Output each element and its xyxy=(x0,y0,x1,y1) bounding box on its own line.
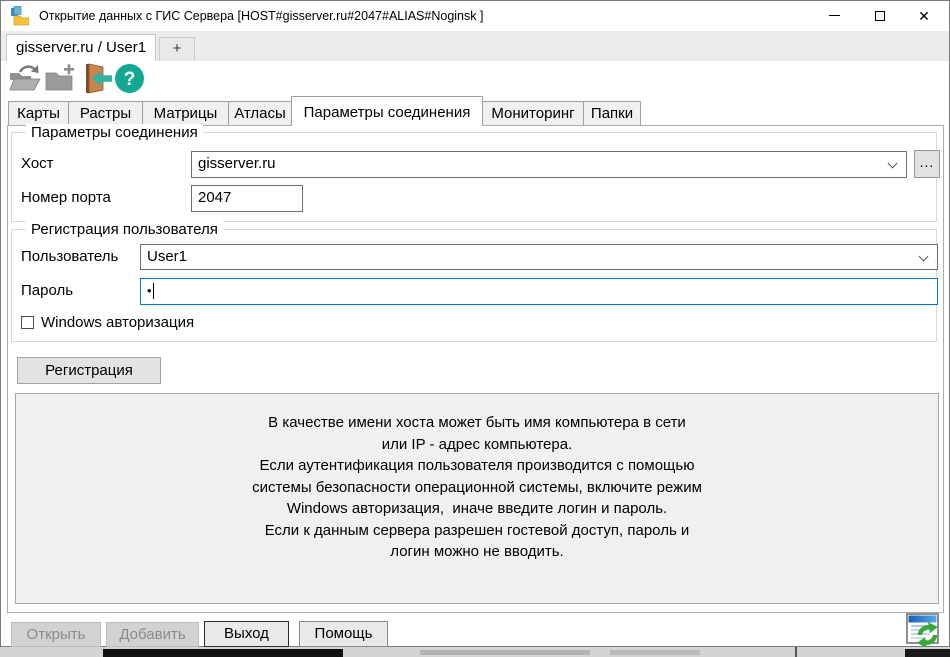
connection-panel: Параметры соединения Хост gisserver.ru .… xyxy=(7,125,944,613)
app-icon xyxy=(9,6,29,26)
background-block xyxy=(795,647,797,657)
refresh-tray-button[interactable] xyxy=(906,612,942,648)
info-line: или IP - адрес компьютера. xyxy=(16,434,938,456)
close-button[interactable]: ✕ xyxy=(901,1,947,30)
minimize-button[interactable] xyxy=(811,1,857,30)
browse-button[interactable]: ... xyxy=(914,150,940,178)
svg-text:?: ? xyxy=(124,69,136,90)
document-tab-bar: gisserver.ru / User1 + xyxy=(1,31,949,61)
register-button[interactable]: Регистрация xyxy=(17,357,161,384)
tab-connection-params[interactable]: Параметры соединения xyxy=(291,96,483,126)
info-line: системы безопасности операционной систем… xyxy=(16,477,938,499)
new-doc-tab-button[interactable]: + xyxy=(159,37,195,61)
registration-group-legend: Регистрация пользователя xyxy=(26,221,223,238)
maximize-button[interactable] xyxy=(857,1,903,30)
tab-matrices[interactable]: Матрицы xyxy=(142,101,229,125)
password-label: Пароль xyxy=(21,278,73,304)
window-refresh-icon xyxy=(906,612,942,648)
minimize-icon xyxy=(829,15,840,16)
port-input[interactable]: 2047 xyxy=(191,185,303,212)
host-combobox[interactable]: gisserver.ru xyxy=(191,151,907,178)
open-button[interactable] xyxy=(7,63,41,95)
exit-dialog-button[interactable]: Выход xyxy=(204,621,289,647)
tab-monitoring[interactable]: Мониторинг xyxy=(482,101,584,125)
toolbar: ? xyxy=(1,61,949,97)
help-icon: ? xyxy=(114,63,145,94)
info-line: Windows авторизация, иначе введите логин… xyxy=(16,498,938,520)
info-line: В качестве имени хоста может быть имя ко… xyxy=(16,412,938,434)
connection-group-legend: Параметры соединения xyxy=(26,124,203,141)
open-folder-icon xyxy=(7,63,41,94)
info-line: Если аутентификация пользователя произво… xyxy=(16,455,938,477)
info-panel: В качестве имени хоста может быть имя ко… xyxy=(15,393,939,604)
add-data-button: Добавить xyxy=(106,622,199,647)
user-value: User1 xyxy=(147,248,187,265)
info-line: Если к данным сервера разрешен гостевой … xyxy=(16,520,938,542)
open-data-button: Открыть xyxy=(11,622,101,647)
tab-atlases[interactable]: Атласы xyxy=(228,101,292,125)
background-window-strip xyxy=(0,647,950,657)
password-input[interactable]: • xyxy=(140,278,938,305)
password-mask: • xyxy=(147,283,152,298)
port-label: Номер порта xyxy=(21,185,111,211)
exit-door-icon xyxy=(80,63,114,94)
chevron-down-icon[interactable] xyxy=(888,159,898,169)
maximize-icon xyxy=(875,11,885,21)
background-block xyxy=(905,649,950,657)
tab-rasters[interactable]: Растры xyxy=(68,101,143,125)
help-button[interactable]: ? xyxy=(114,63,148,95)
window-title: Открытие данных с ГИС Сервера [HOST#giss… xyxy=(39,1,483,31)
user-combobox[interactable]: User1 xyxy=(140,244,938,270)
background-block xyxy=(103,649,343,657)
background-block xyxy=(610,650,700,655)
tab-maps[interactable]: Карты xyxy=(8,101,69,125)
create-button[interactable] xyxy=(43,63,77,95)
user-label: Пользователь xyxy=(21,244,118,270)
title-bar: Открытие данных с ГИС Сервера [HOST#giss… xyxy=(1,1,949,31)
host-label: Хост xyxy=(21,151,54,177)
doc-tab-active[interactable]: gisserver.ru / User1 xyxy=(6,34,156,61)
tab-folders[interactable]: Папки xyxy=(583,101,641,125)
background-block xyxy=(420,650,590,655)
app-window: Открытие данных с ГИС Сервера [HOST#giss… xyxy=(0,0,950,647)
new-folder-icon xyxy=(43,63,77,94)
exit-button[interactable] xyxy=(80,63,114,95)
chevron-down-icon[interactable] xyxy=(919,252,929,262)
close-icon: ✕ xyxy=(918,9,930,23)
windows-auth-checkbox[interactable] xyxy=(21,316,34,329)
info-line: логин можно не вводить. xyxy=(16,541,938,563)
text-caret xyxy=(153,283,154,299)
windows-auth-label: Windows авторизация xyxy=(41,310,194,336)
help-dialog-button[interactable]: Помощь xyxy=(299,621,388,647)
host-value: gisserver.ru xyxy=(198,155,276,172)
